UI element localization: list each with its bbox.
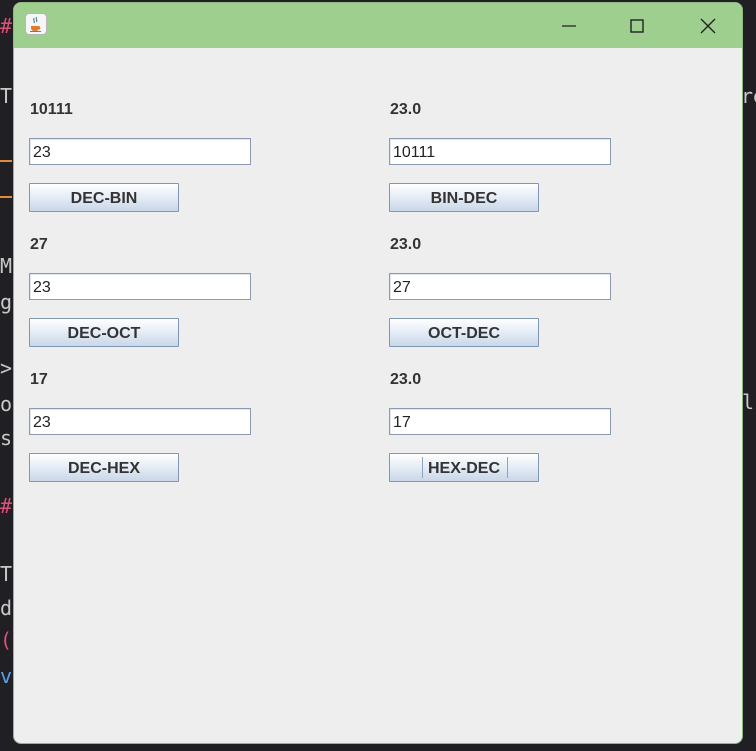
bg-text-fragment: re <box>741 84 756 108</box>
dec-oct-input[interactable] <box>29 273 251 300</box>
bg-text-fragment: g <box>0 290 13 314</box>
hex-dec-input[interactable] <box>389 408 611 435</box>
dec-oct-result-label: 27 <box>30 236 48 253</box>
hex-dec-button[interactable]: HEX-DEC <box>389 453 539 482</box>
bg-text-fragment: T <box>0 84 13 108</box>
bg-text-fragment: > <box>0 356 13 380</box>
bg-text-fragment: # <box>0 14 13 38</box>
title-bar[interactable] <box>14 3 742 48</box>
oct-dec-result-label: 23.0 <box>390 236 422 253</box>
bg-text-fragment: # <box>0 494 13 518</box>
java-app-icon[interactable] <box>25 13 47 35</box>
bg-text-fragment: o <box>0 392 13 416</box>
bg-text-fragment: T <box>0 562 13 586</box>
bg-text-fragment: s <box>0 426 13 450</box>
dec-oct-button[interactable]: DEC-OCT <box>29 318 179 347</box>
oct-dec-input[interactable] <box>389 273 611 300</box>
bg-text-fragment: l <box>742 390 755 414</box>
maximize-button[interactable] <box>614 10 660 42</box>
close-button[interactable] <box>685 10 731 42</box>
maximize-icon <box>630 19 644 33</box>
bg-text-fragment: d <box>0 596 13 620</box>
bin-dec-button[interactable]: BIN-DEC <box>389 183 539 212</box>
bg-text-fragment: M <box>0 254 13 278</box>
hex-dec-result-label: 23.0 <box>390 371 422 388</box>
bg-text-fragment: ( <box>0 628 13 652</box>
bin-dec-result-label: 23.0 <box>390 101 422 118</box>
bg-divider <box>0 196 12 198</box>
bg-text-fragment: v <box>0 664 13 688</box>
minimize-icon <box>562 25 576 27</box>
oct-dec-button[interactable]: OCT-DEC <box>389 318 539 347</box>
minimize-button[interactable] <box>546 10 592 42</box>
dec-hex-input[interactable] <box>29 408 251 435</box>
converter-window: 10111 DEC-BIN 27 DEC-OCT 17 DEC-HEX 23.0… <box>13 2 743 744</box>
bin-dec-input[interactable] <box>389 138 611 165</box>
dec-hex-result-label: 17 <box>30 371 48 388</box>
dec-bin-result-label: 10111 <box>30 101 73 118</box>
close-icon <box>700 18 716 34</box>
dec-bin-button[interactable]: DEC-BIN <box>29 183 179 212</box>
dec-bin-input[interactable] <box>29 138 251 165</box>
bg-divider <box>0 160 12 162</box>
dec-hex-button[interactable]: DEC-HEX <box>29 453 179 482</box>
